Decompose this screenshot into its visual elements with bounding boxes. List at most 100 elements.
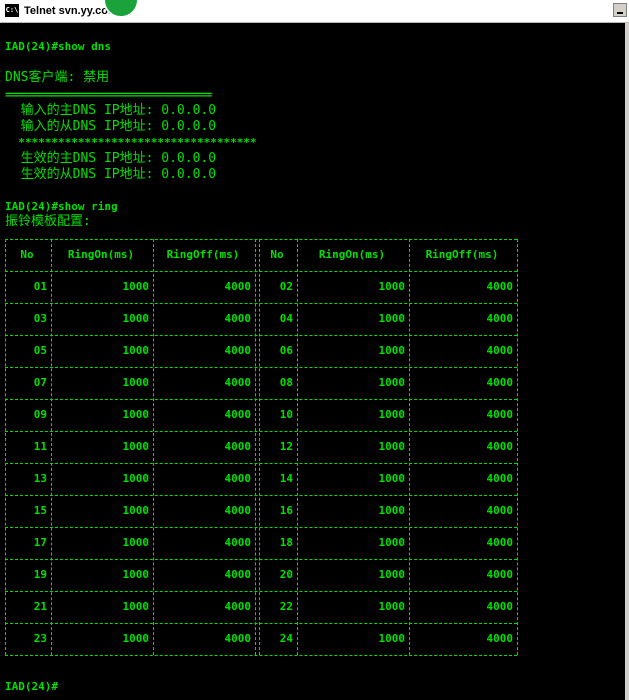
- table-cell: 1000: [378, 504, 406, 517]
- command-line: IAD(24)#show dns: [5, 40, 111, 53]
- separator-line: ======================================: [5, 88, 212, 101]
- table-cell: 01: [33, 280, 47, 293]
- table-cell: 13: [33, 472, 47, 485]
- table-border: [5, 623, 517, 624]
- table-cell: 08: [279, 376, 293, 389]
- table-cell: 4000: [486, 280, 514, 293]
- table-cell: 4000: [486, 312, 514, 325]
- table-cell: 1000: [378, 312, 406, 325]
- dns-client-status: DNS客户端: 禁用: [5, 70, 110, 85]
- table-row: 11 1000 4000 12 1000 4000: [5, 439, 517, 455]
- table-cell: 1000: [122, 440, 150, 453]
- table-row: 17 1000 4000 18 1000 4000: [5, 535, 517, 551]
- table-border: [5, 239, 517, 240]
- table-cell: 07: [33, 376, 47, 389]
- table-cell: 10: [279, 408, 293, 421]
- star-separator: ************************************: [5, 136, 257, 149]
- table-cell: 1000: [122, 280, 150, 293]
- table-header-cell: RingOn(ms): [67, 248, 135, 261]
- table-border: [5, 335, 517, 336]
- table-border: [5, 559, 517, 560]
- table-header-cell: No: [20, 248, 34, 261]
- table-cell: 16: [279, 504, 293, 517]
- table-cell: 4000: [224, 600, 252, 613]
- table-cell: 4000: [486, 376, 514, 389]
- table-cell: 1000: [378, 440, 406, 453]
- table-cell: 1000: [378, 600, 406, 613]
- title-bar[interactable]: C:\ Telnet svn.yy.com: [0, 0, 629, 23]
- table-border: [5, 495, 517, 496]
- table-cell: 4000: [486, 408, 514, 421]
- table-cell: 4000: [486, 632, 514, 645]
- table-cell: 1000: [122, 312, 150, 325]
- table-row: 23 1000 4000 24 1000 4000: [5, 631, 517, 647]
- table-header-cell: RingOn(ms): [318, 248, 386, 261]
- console-icon[interactable]: C:\: [5, 4, 19, 17]
- effective-primary-dns: 生效的主DNS IP地址: 0.0.0.0: [5, 151, 217, 166]
- table-row: 05 1000 4000 06 1000 4000: [5, 343, 517, 359]
- table-border: [5, 527, 517, 528]
- input-primary-dns: 输入的主DNS IP地址: 0.0.0.0: [5, 103, 217, 118]
- ring-config-title: 振铃模板配置:: [5, 214, 91, 229]
- table-cell: 1000: [378, 536, 406, 549]
- table-cell: 17: [33, 536, 47, 549]
- table-border: [5, 367, 517, 368]
- table-cell: 4000: [486, 600, 514, 613]
- scrollbar[interactable]: [625, 23, 629, 700]
- table-row: 01 1000 4000 02 1000 4000: [5, 279, 517, 295]
- table-row: 19 1000 4000 20 1000 4000: [5, 567, 517, 583]
- input-secondary-dns: 输入的从DNS IP地址: 0.0.0.0: [5, 119, 217, 134]
- table-header-cell: No: [270, 248, 284, 261]
- table-cell: 20: [279, 568, 293, 581]
- table-cell: 06: [279, 344, 293, 357]
- table-cell: 4000: [486, 536, 514, 549]
- table-cell: 4000: [224, 344, 252, 357]
- table-cell: 4000: [224, 536, 252, 549]
- table-cell: 1000: [122, 344, 150, 357]
- table-cell: 21: [33, 600, 47, 613]
- table-row: 21 1000 4000 22 1000 4000: [5, 599, 517, 615]
- table-border: [5, 271, 517, 272]
- table-cell: 4000: [486, 440, 514, 453]
- table-cell: 4000: [224, 280, 252, 293]
- table-cell: 1000: [122, 408, 150, 421]
- table-cell: 4000: [224, 376, 252, 389]
- table-row: 09 1000 4000 10 1000 4000: [5, 407, 517, 423]
- terminal-output[interactable]: IAD(24)#show dns DNS客户端: 禁用 ============…: [5, 23, 620, 700]
- minimize-button[interactable]: [613, 3, 627, 17]
- command-prompt[interactable]: IAD(24)#: [5, 679, 58, 695]
- table-cell: 1000: [122, 632, 150, 645]
- ring-table: No RingOn(ms) RingOff(ms) No RingOn(ms) RingO…: [5, 231, 525, 663]
- effective-secondary-dns: 生效的从DNS IP地址: 0.0.0.0: [5, 167, 217, 182]
- table-cell: 4000: [486, 504, 514, 517]
- table-cell: 4000: [224, 568, 252, 581]
- table-cell: 1000: [122, 568, 150, 581]
- table-cell: 23: [33, 632, 47, 645]
- table-cell: 19: [33, 568, 47, 581]
- table-cell: 1000: [122, 504, 150, 517]
- table-cell: 1000: [378, 280, 406, 293]
- table-cell: 15: [33, 504, 47, 517]
- table-header-row: No RingOn(ms) RingOff(ms) No RingOn(ms) RingO…: [5, 247, 517, 263]
- table-cell: 4000: [486, 344, 514, 357]
- table-cell: 05: [33, 344, 47, 357]
- table-cell: 1000: [378, 568, 406, 581]
- table-header-cell: RingOff(ms): [166, 248, 240, 261]
- table-cell: 1000: [122, 472, 150, 485]
- table-row: 03 1000 4000 04 1000 4000: [5, 311, 517, 327]
- table-cell: 1000: [122, 536, 150, 549]
- table-cell: 4000: [486, 568, 514, 581]
- table-border: [5, 303, 517, 304]
- table-cell: 4000: [224, 312, 252, 325]
- table-cell: 03: [33, 312, 47, 325]
- table-cell: 09: [33, 408, 47, 421]
- table-cell: 24: [279, 632, 293, 645]
- table-header-cell: RingOff(ms): [425, 248, 499, 261]
- table-cell: 14: [279, 472, 293, 485]
- table-cell: 1000: [378, 408, 406, 421]
- table-cell: 1000: [378, 632, 406, 645]
- table-cell: 4000: [224, 472, 252, 485]
- command-line: IAD(24)#show ring: [5, 200, 118, 213]
- table-cell: 1000: [378, 344, 406, 357]
- table-cell: 4000: [224, 440, 252, 453]
